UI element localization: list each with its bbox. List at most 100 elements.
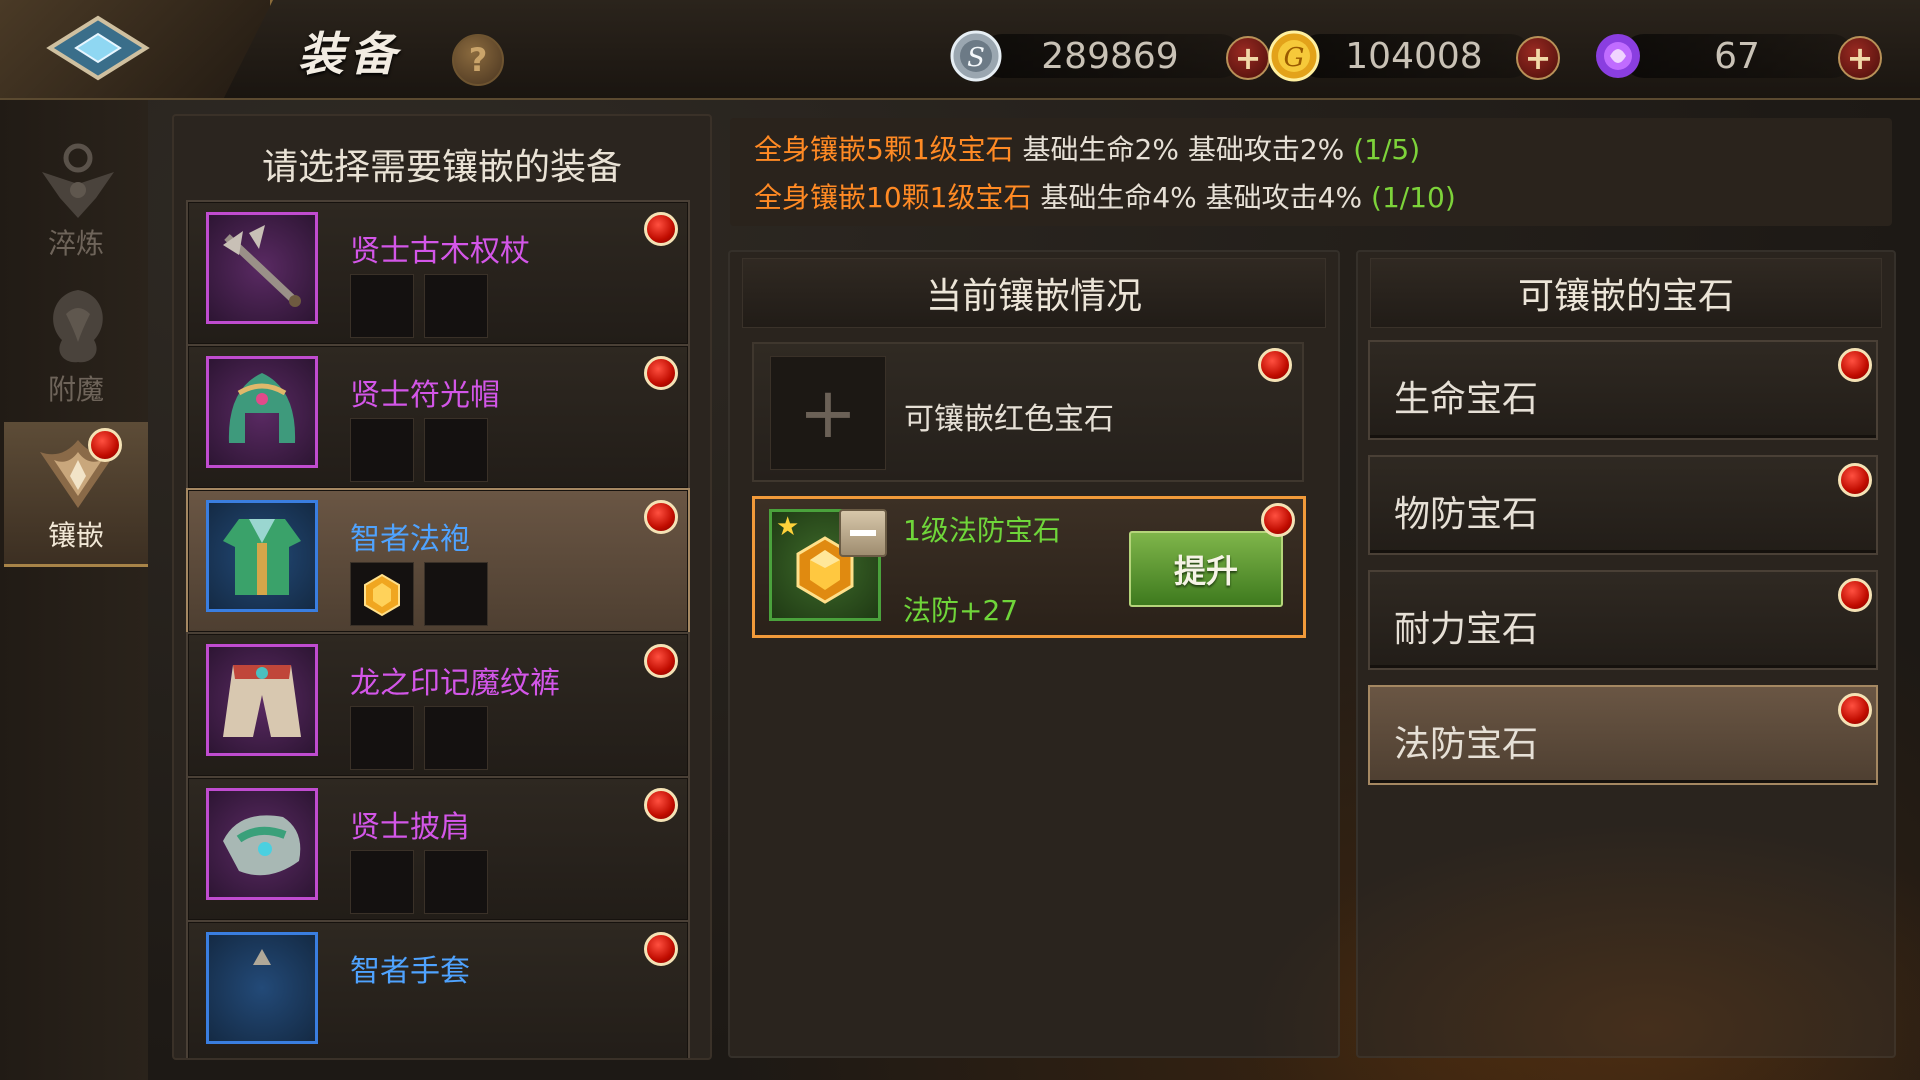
sidebar-item-refine[interactable]: 淬炼	[4, 130, 148, 270]
available-gems-panel: 可镶嵌的宝石 生命宝石 物防宝石 耐力宝石 法防宝石	[1356, 250, 1896, 1058]
gem-slot-empty	[350, 274, 414, 338]
bonus-line-1: 全身镶嵌5颗1级宝石 基础生命2% 基础攻击2% (1/5)	[754, 128, 1420, 168]
currency-gold: G 104008 +	[1268, 30, 1560, 82]
staff-icon	[223, 225, 301, 307]
empty-slot-description: 可镶嵌红色宝石	[904, 402, 1114, 437]
gem-type-label: 耐力宝石	[1394, 609, 1539, 650]
gem-slot-empty	[424, 562, 488, 626]
equipment-list-panel: 请选择需要镶嵌的装备 贤士古木权杖 贤士符光帽 智者法袍 龙之印记魔纹裤 贤士披…	[172, 114, 712, 1060]
empty-gem-slot[interactable]: + 可镶嵌红色宝石	[752, 342, 1304, 482]
svg-text:G: G	[1284, 43, 1305, 73]
set-bonus-panel: 全身镶嵌5颗1级宝石 基础生命2% 基础攻击2% (1/5) 全身镶嵌10颗1级…	[730, 118, 1892, 226]
sidebar-item-label: 淬炼	[47, 227, 104, 260]
notification-dot	[644, 356, 678, 390]
equipment-name: 龙之印记魔纹裤	[350, 666, 560, 701]
top-bar: 装备 ? S 289869 + G 104008 + 67 +	[0, 0, 1920, 100]
pants-icon	[223, 665, 301, 737]
sidebar-item-enchant[interactable]: 附魔	[4, 276, 148, 416]
equipment-name: 贤士披肩	[350, 810, 470, 845]
equipment-name: 智者手套	[350, 954, 470, 989]
currency-silver: S 289869 +	[950, 30, 1270, 82]
equipment-item-helmet[interactable]: 贤士符光帽	[186, 344, 690, 490]
gold-amount: 104008	[1345, 36, 1483, 77]
bonus-effect: 基础生命2% 基础攻击2%	[1022, 133, 1345, 166]
remove-gem-button[interactable]	[839, 509, 887, 557]
silver-coin-icon: S	[950, 30, 1002, 82]
side-nav: 淬炼 附魔 镶嵌	[0, 100, 148, 1080]
notification-dot	[1838, 578, 1872, 612]
sidebar-item-label: 附魔	[47, 373, 104, 406]
equipment-icon-frame	[206, 788, 318, 900]
notification-dot	[1261, 503, 1295, 537]
sidebar-item-inlay[interactable]: 镶嵌	[4, 422, 148, 567]
helmet-icon	[228, 373, 296, 443]
gem-type-life[interactable]: 生命宝石	[1368, 340, 1878, 440]
gem-type-label: 法防宝石	[1394, 724, 1539, 765]
amber-gem-icon	[364, 573, 400, 617]
equipment-list-title: 请选择需要镶嵌的装备	[261, 147, 622, 188]
current-inlay-panel: 当前镶嵌情况 + 可镶嵌红色宝石 ★ 1级法防宝石 法防+27 提升	[728, 250, 1340, 1058]
equipment-icon-frame	[206, 356, 318, 468]
refine-emblem-icon	[42, 143, 114, 218]
notification-dot	[644, 500, 678, 534]
notification-dot	[88, 428, 122, 462]
available-gems-title: 可镶嵌的宝石	[1370, 258, 1882, 328]
notification-dot	[644, 932, 678, 966]
gem-type-magic-defense[interactable]: 法防宝石	[1368, 685, 1878, 785]
robe-icon	[223, 519, 301, 595]
inlaid-gem-card[interactable]: ★ 1级法防宝石 法防+27 提升	[752, 496, 1306, 638]
gloves-icon	[253, 949, 271, 965]
equipment-icon-frame	[206, 932, 318, 1044]
notification-dot	[1838, 463, 1872, 497]
sidebar-item-label: 镶嵌	[47, 519, 104, 552]
crystal-amount: 67	[1714, 36, 1760, 77]
notification-dot	[644, 644, 678, 678]
equipment-icon-frame	[206, 644, 318, 756]
equipment-icon-frame	[206, 212, 318, 324]
help-button[interactable]: ?	[452, 34, 504, 86]
gem-slot-empty	[424, 850, 488, 914]
gem-slot-empty	[350, 418, 414, 482]
purple-crystal-icon	[1596, 34, 1640, 78]
equipment-name: 贤士符光帽	[350, 378, 500, 413]
equipment-item-shoulder[interactable]: 贤士披肩	[186, 776, 690, 922]
back-button[interactable]	[46, 14, 150, 82]
bonus-progress: (1/5)	[1353, 133, 1421, 166]
add-crystal-button[interactable]: +	[1838, 36, 1882, 80]
gem-type-stamina[interactable]: 耐力宝石	[1368, 570, 1878, 670]
gem-slot-empty	[424, 418, 488, 482]
back-arrow-icon	[46, 15, 150, 81]
equipment-item-staff[interactable]: 贤士古木权杖	[186, 200, 690, 346]
gem-slot-filled	[350, 562, 414, 626]
gem-name: 1级法防宝石	[903, 514, 1061, 547]
current-inlay-title: 当前镶嵌情况	[742, 258, 1326, 328]
notification-dot	[1838, 693, 1872, 727]
gem-slot-empty	[424, 706, 488, 770]
add-gem-button[interactable]: +	[770, 356, 886, 470]
upgrade-button[interactable]: 提升	[1129, 531, 1283, 607]
page-title: 装备	[298, 27, 402, 81]
notification-dot	[1258, 348, 1292, 382]
add-silver-button[interactable]: +	[1226, 36, 1270, 80]
gem-type-label: 生命宝石	[1394, 379, 1539, 420]
notification-dot	[644, 788, 678, 822]
bonus-requirement: 全身镶嵌10颗1级宝石	[754, 181, 1032, 214]
star-icon: ★	[776, 512, 800, 542]
gem-type-physical-defense[interactable]: 物防宝石	[1368, 455, 1878, 555]
gem-slot-empty	[350, 706, 414, 770]
gem-slot-empty	[350, 850, 414, 914]
equipment-item-gloves[interactable]: 智者手套	[186, 920, 690, 1058]
svg-text:S: S	[967, 43, 985, 73]
equipment-item-robe[interactable]: 智者法袍	[186, 488, 690, 634]
equipment-item-pants[interactable]: 龙之印记魔纹裤	[186, 632, 690, 778]
equipment-name: 贤士古木权杖	[350, 234, 530, 269]
bonus-requirement: 全身镶嵌5颗1级宝石	[754, 133, 1014, 166]
bonus-effect: 基础生命4% 基础攻击4%	[1040, 181, 1363, 214]
notification-dot	[1838, 348, 1872, 382]
minus-icon	[850, 530, 876, 536]
silver-amount: 289869	[1041, 36, 1179, 77]
bonus-line-2: 全身镶嵌10颗1级宝石 基础生命4% 基础攻击4% (1/10)	[754, 176, 1456, 216]
shoulder-icon	[223, 815, 301, 876]
add-gold-button[interactable]: +	[1516, 36, 1560, 80]
bonus-progress: (1/10)	[1371, 181, 1456, 214]
